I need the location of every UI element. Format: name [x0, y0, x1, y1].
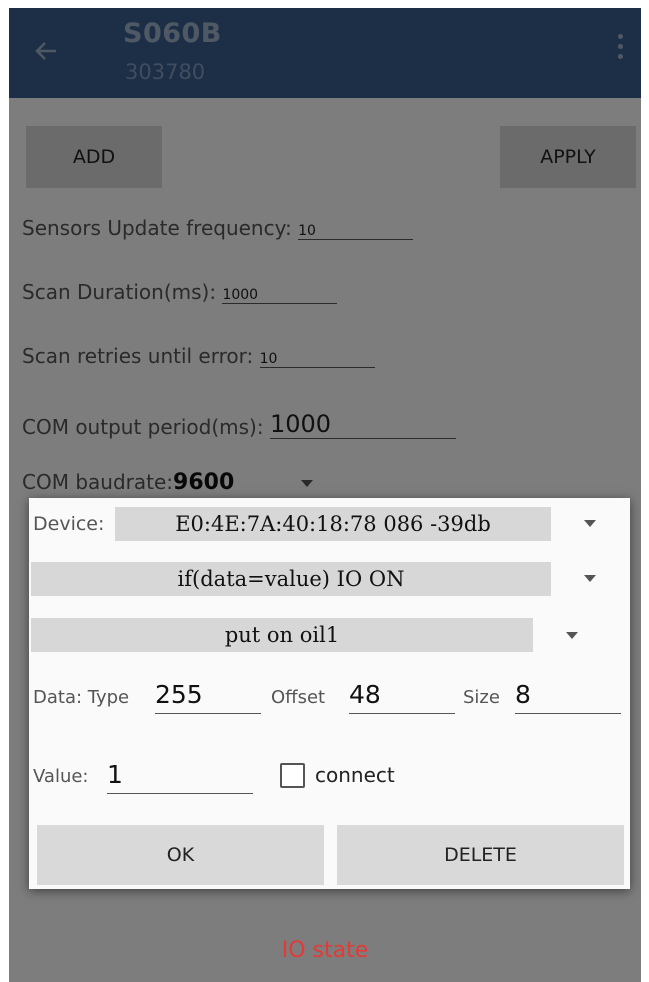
device-label: Device:	[33, 513, 105, 535]
connect-checkbox[interactable]	[280, 763, 305, 788]
offset-field[interactable]: 48	[349, 679, 455, 714]
condition-spinner[interactable]: if(data=value) IO ON	[31, 562, 551, 596]
offset-label: Offset	[271, 687, 326, 708]
io-rule-dialog: Device: E0:4E:7A:40:18:78 086 -39db if(d…	[29, 498, 630, 889]
device-spinner[interactable]: E0:4E:7A:40:18:78 086 -39db	[115, 507, 551, 541]
action-spinner[interactable]: put on oil1	[31, 618, 533, 652]
action-caret-icon[interactable]	[566, 632, 578, 639]
value-field[interactable]: 1	[107, 759, 253, 794]
delete-button[interactable]: DELETE	[337, 825, 624, 885]
data-type-field[interactable]: 255	[155, 679, 261, 714]
app-screen: S060B 303780 ADD APPLY Sensors Update fr…	[9, 8, 641, 982]
connect-label[interactable]: connect	[315, 763, 395, 787]
data-type-label: Data: Type	[33, 687, 130, 708]
value-label: Value:	[33, 766, 89, 787]
condition-caret-icon[interactable]	[584, 575, 596, 582]
ok-button[interactable]: OK	[37, 825, 324, 885]
device-caret-icon[interactable]	[584, 520, 596, 527]
size-field[interactable]: 8	[515, 679, 621, 714]
io-state-label: IO state	[281, 938, 369, 963]
size-label: Size	[463, 687, 500, 708]
